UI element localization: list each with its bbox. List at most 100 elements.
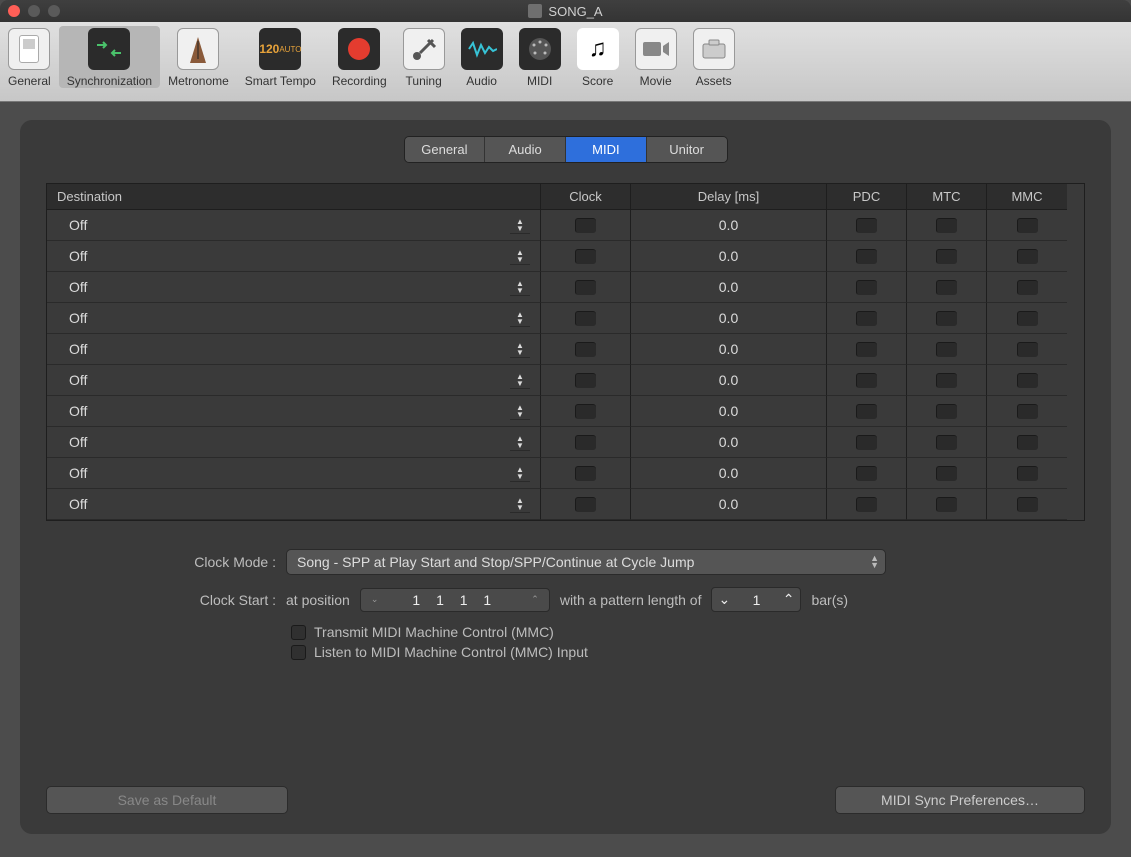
toolbar-label: Assets xyxy=(696,74,732,88)
pdc-checkbox[interactable] xyxy=(856,218,877,233)
mtc-checkbox[interactable] xyxy=(936,404,957,419)
delay-cell[interactable]: 0.0 xyxy=(631,365,827,396)
destination-cell[interactable]: Off▲▼ xyxy=(47,210,541,241)
toolbar-item-tuning[interactable]: Tuning xyxy=(395,28,453,88)
mmc-checkbox[interactable] xyxy=(1017,342,1038,357)
delay-cell[interactable]: 0.0 xyxy=(631,303,827,334)
save-default-button[interactable]: Save as Default xyxy=(46,786,288,814)
pdc-cell xyxy=(827,272,907,303)
pdc-checkbox[interactable] xyxy=(856,373,877,388)
midi-icon xyxy=(519,28,561,70)
destination-cell[interactable]: Off▲▼ xyxy=(47,241,541,272)
pdc-cell xyxy=(827,458,907,489)
mmc-checkbox[interactable] xyxy=(1017,466,1038,481)
pdc-checkbox[interactable] xyxy=(856,280,877,295)
mtc-checkbox[interactable] xyxy=(936,373,957,388)
mmc-checkbox[interactable] xyxy=(1017,497,1038,512)
clock-checkbox[interactable] xyxy=(575,311,596,326)
pdc-checkbox[interactable] xyxy=(856,311,877,326)
clock-checkbox[interactable] xyxy=(575,280,596,295)
clock-cell xyxy=(541,489,631,520)
position-field[interactable]: ⌄ 1 1 1 1 ⌃ xyxy=(360,588,550,612)
mmc-cell xyxy=(987,210,1067,241)
save-default-label: Save as Default xyxy=(118,792,217,808)
clock-checkbox[interactable] xyxy=(575,404,596,419)
mmc-checkbox[interactable] xyxy=(1017,373,1038,388)
destination-cell[interactable]: Off▲▼ xyxy=(47,427,541,458)
sync-panel: GeneralAudioMIDIUnitor Destination Clock… xyxy=(20,120,1111,834)
midi-sync-prefs-button[interactable]: MIDI Sync Preferences… xyxy=(835,786,1085,814)
mtc-checkbox[interactable] xyxy=(936,466,957,481)
toolbar-item-audio[interactable]: Audio xyxy=(453,28,511,88)
mtc-checkbox[interactable] xyxy=(936,435,957,450)
delay-cell[interactable]: 0.0 xyxy=(631,272,827,303)
toolbar-item-synchronization[interactable]: Synchronization xyxy=(59,26,160,88)
delay-cell[interactable]: 0.0 xyxy=(631,210,827,241)
tab-general[interactable]: General xyxy=(405,137,486,162)
destination-cell[interactable]: Off▲▼ xyxy=(47,272,541,303)
mtc-cell xyxy=(907,334,987,365)
toolbar-item-movie[interactable]: Movie xyxy=(627,28,685,88)
mtc-checkbox[interactable] xyxy=(936,311,957,326)
mmc-checkbox[interactable] xyxy=(1017,218,1038,233)
tab-unitor[interactable]: Unitor xyxy=(647,137,727,162)
pdc-checkbox[interactable] xyxy=(856,342,877,357)
toolbar-label: Recording xyxy=(332,74,387,88)
destination-cell[interactable]: Off▲▼ xyxy=(47,489,541,520)
delay-cell[interactable]: 0.0 xyxy=(631,241,827,272)
clock-cell xyxy=(541,272,631,303)
transmit-mmc-checkbox[interactable] xyxy=(291,625,306,640)
pdc-checkbox[interactable] xyxy=(856,466,877,481)
clock-checkbox[interactable] xyxy=(575,466,596,481)
toolbar-item-assets[interactable]: Assets xyxy=(685,28,743,88)
toolbar-item-score[interactable]: ♫Score xyxy=(569,28,627,88)
mmc-checkbox[interactable] xyxy=(1017,249,1038,264)
clock-checkbox[interactable] xyxy=(575,249,596,264)
pattern-length-field[interactable]: ⌄ 1 ⌃ xyxy=(711,587,801,612)
clock-checkbox[interactable] xyxy=(575,373,596,388)
clock-checkbox[interactable] xyxy=(575,497,596,512)
clock-checkbox[interactable] xyxy=(575,218,596,233)
listen-mmc-checkbox[interactable] xyxy=(291,645,306,660)
delay-cell[interactable]: 0.0 xyxy=(631,427,827,458)
toolbar-item-general[interactable]: General xyxy=(0,28,59,88)
toolbar-item-recording[interactable]: Recording xyxy=(324,28,395,88)
pdc-checkbox[interactable] xyxy=(856,404,877,419)
mmc-checkbox[interactable] xyxy=(1017,311,1038,326)
mtc-checkbox[interactable] xyxy=(936,218,957,233)
delay-cell[interactable]: 0.0 xyxy=(631,458,827,489)
delay-cell[interactable]: 0.0 xyxy=(631,334,827,365)
mtc-checkbox[interactable] xyxy=(936,342,957,357)
mmc-checkbox[interactable] xyxy=(1017,280,1038,295)
delay-cell[interactable]: 0.0 xyxy=(631,489,827,520)
clock-checkbox[interactable] xyxy=(575,342,596,357)
delay-cell[interactable]: 0.0 xyxy=(631,396,827,427)
clock-checkbox[interactable] xyxy=(575,435,596,450)
mtc-checkbox[interactable] xyxy=(936,249,957,264)
mmc-checkbox[interactable] xyxy=(1017,435,1038,450)
toolbar-label: Metronome xyxy=(168,74,229,88)
clock-mode-label: Clock Mode : xyxy=(116,554,276,570)
toolbar-label: Synchronization xyxy=(67,74,152,88)
tab-midi[interactable]: MIDI xyxy=(566,137,647,162)
pdc-checkbox[interactable] xyxy=(856,249,877,264)
mtc-checkbox[interactable] xyxy=(936,280,957,295)
pdc-checkbox[interactable] xyxy=(856,497,877,512)
toolbar-item-midi[interactable]: MIDI xyxy=(511,28,569,88)
toolbar-item-smart-tempo[interactable]: 120AUTOSmart Tempo xyxy=(237,28,324,88)
clock-mode-dropdown[interactable]: Song - SPP at Play Start and Stop/SPP/Co… xyxy=(286,549,886,575)
transmit-mmc-label: Transmit MIDI Machine Control (MMC) xyxy=(314,624,554,640)
table-row: Off▲▼ 0.0 xyxy=(47,396,1084,427)
clock-start-label: Clock Start : xyxy=(116,592,276,608)
destination-cell[interactable]: Off▲▼ xyxy=(47,396,541,427)
destination-cell[interactable]: Off▲▼ xyxy=(47,458,541,489)
tab-audio[interactable]: Audio xyxy=(485,137,566,162)
destination-cell[interactable]: Off▲▼ xyxy=(47,303,541,334)
pdc-checkbox[interactable] xyxy=(856,435,877,450)
mtc-checkbox[interactable] xyxy=(936,497,957,512)
toolbar-item-metronome[interactable]: Metronome xyxy=(160,28,237,88)
mmc-checkbox[interactable] xyxy=(1017,404,1038,419)
chevron-updown-icon: ▲▼ xyxy=(510,464,530,482)
destination-cell[interactable]: Off▲▼ xyxy=(47,365,541,396)
destination-cell[interactable]: Off▲▼ xyxy=(47,334,541,365)
